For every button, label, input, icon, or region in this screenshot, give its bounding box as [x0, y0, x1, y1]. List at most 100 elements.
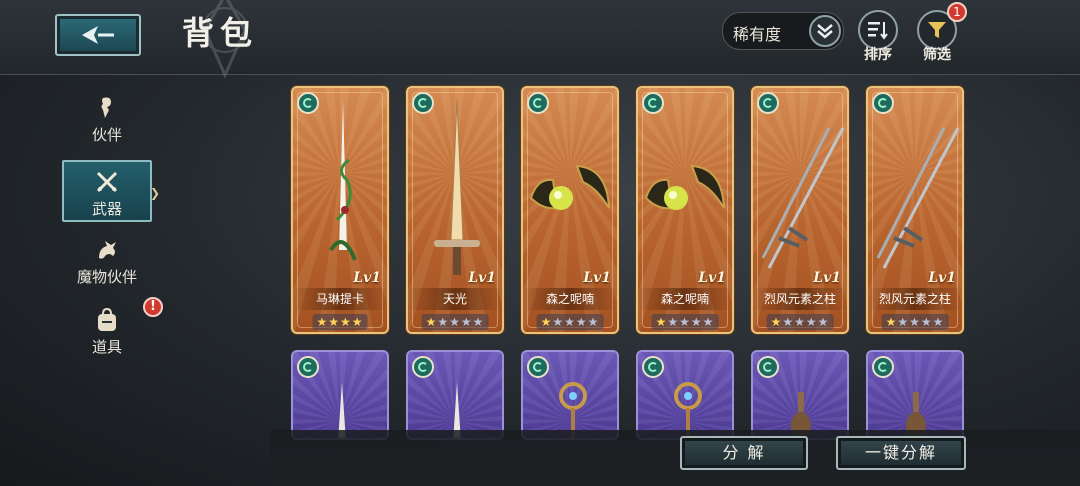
- one-click-decompose-button[interactable]: 一键分解: [836, 436, 966, 470]
- star-icon: ★: [472, 315, 485, 329]
- dragon-icon: [99, 241, 116, 259]
- star-icon: ★: [817, 315, 830, 329]
- decompose-button[interactable]: 分 解: [680, 436, 808, 470]
- star-icon: ★: [437, 315, 450, 329]
- star-icon: ★: [340, 315, 352, 329]
- star-icon: ★: [770, 315, 783, 329]
- star-icon: ★: [667, 315, 680, 329]
- filter-label: 筛选: [923, 47, 951, 63]
- crossed-swords-icon: [96, 171, 118, 193]
- filter-button[interactable]: 筛选 1: [915, 2, 967, 68]
- star-icon: ★: [460, 315, 473, 329]
- weapon-star-rating: ★★★★★: [651, 314, 719, 330]
- star-icon: ★: [587, 315, 600, 329]
- rarity-sort-dropdown[interactable]: 稀有度: [722, 12, 844, 50]
- weapon-card[interactable]: Lv1 天光 ★★★★★: [406, 86, 504, 334]
- weapon-star-rating: ★★★★: [312, 314, 368, 330]
- sidebar-item-label: 伙伴: [91, 126, 122, 144]
- sidebar-item-label: 魔物伙伴: [76, 268, 137, 286]
- sickle-art-icon: [529, 164, 610, 210]
- sort-label: 排序: [864, 47, 892, 63]
- weapon-name: 天光: [408, 288, 502, 310]
- twin-lance-art-icon: [761, 128, 845, 269]
- weapon-card-purple[interactable]: [521, 350, 619, 440]
- weapon-card-purple[interactable]: [866, 350, 964, 440]
- star-icon: ★: [690, 315, 703, 329]
- weapon-level: Lv1: [468, 270, 496, 286]
- weapon-card[interactable]: Lv1 森之呢喃 ★★★★★: [636, 86, 734, 334]
- weapon-name: 烈风元素之柱: [753, 288, 847, 310]
- weapon-card-purple[interactable]: [636, 350, 734, 440]
- sidebar-item-items[interactable]: 道具: [62, 308, 152, 368]
- weapon-card-purple[interactable]: [406, 350, 504, 440]
- sidebar-item-monster-companion[interactable]: 魔物伙伴: [62, 238, 152, 298]
- top-bar: 背包 稀有度 排序 筛选 1: [0, 0, 1080, 79]
- star-icon: ★: [575, 315, 588, 329]
- star-icon: ★: [702, 315, 715, 329]
- twin-lance-art-icon: [876, 128, 960, 269]
- rarity-label: 稀有度: [733, 25, 782, 44]
- weapon-star-rating: ★★★★★: [881, 314, 949, 330]
- element-icon: [642, 356, 664, 378]
- star-icon: ★: [351, 315, 364, 329]
- star-icon: ★: [564, 315, 576, 329]
- star-icon: ★: [909, 315, 921, 329]
- star-icon: ★: [782, 315, 795, 329]
- star-icon: ★: [805, 315, 818, 329]
- star-icon: ★: [655, 315, 668, 329]
- star-icon: ★: [897, 315, 910, 329]
- element-icon: [757, 92, 779, 114]
- element-icon: [412, 356, 434, 378]
- page-title: 背包: [182, 14, 259, 52]
- sidebar-item-label: 武器: [91, 200, 122, 218]
- element-icon: [872, 356, 894, 378]
- sidebar-item-label: 道具: [91, 338, 122, 356]
- element-icon: [412, 92, 434, 114]
- sickle-art-icon: [644, 164, 725, 210]
- star-icon: ★: [328, 315, 340, 329]
- weapon-name: 森之呢喃: [638, 288, 732, 310]
- sidebar-item-weapons[interactable]: 武器 ❯: [62, 160, 160, 222]
- longsword-art-icon: [434, 100, 480, 275]
- weapon-card-purple[interactable]: [751, 350, 849, 440]
- star-icon: ★: [316, 315, 329, 329]
- sidebar-item-companion[interactable]: 伙伴: [62, 96, 152, 156]
- chevron-down-icon[interactable]: [809, 15, 841, 47]
- star-icon: ★: [920, 315, 933, 329]
- weapon-star-rating: ★★★★★: [536, 314, 604, 330]
- weapon-level: Lv1: [583, 270, 611, 286]
- weapon-card[interactable]: Lv1 马琳提卡 ★★★★: [291, 86, 389, 334]
- items-alert-badge: !: [143, 297, 163, 317]
- weapon-card[interactable]: Lv1 森之呢喃 ★★★★★: [521, 86, 619, 334]
- weapon-level: Lv1: [928, 270, 956, 286]
- sort-button[interactable]: 排序: [856, 10, 900, 68]
- weapon-star-rating: ★★★★★: [421, 314, 489, 330]
- weapon-level: Lv1: [698, 270, 726, 286]
- chevron-right-icon: ❯: [149, 186, 160, 200]
- weapon-card[interactable]: Lv1 烈风元素之柱 ★★★★★: [751, 86, 849, 334]
- companion-icon: [101, 97, 111, 118]
- weapon-star-rating: ★★★★★: [766, 314, 834, 330]
- weapon-card-purple[interactable]: [291, 350, 389, 440]
- weapon-level: Lv1: [813, 270, 841, 286]
- star-icon: ★: [932, 315, 945, 329]
- weapon-name: 烈风元素之柱: [868, 288, 962, 310]
- element-icon: [527, 356, 549, 378]
- star-icon: ★: [449, 315, 461, 329]
- element-icon: [297, 92, 319, 114]
- star-icon: ★: [540, 315, 553, 329]
- weapon-name: 马琳提卡: [293, 288, 387, 310]
- spear-art-icon: [329, 100, 357, 261]
- star-icon: ★: [885, 315, 898, 329]
- element-icon: [642, 92, 664, 114]
- backpack-icon: [98, 308, 116, 331]
- element-icon: [527, 92, 549, 114]
- back-button[interactable]: [55, 14, 141, 56]
- weapon-name: 森之呢喃: [523, 288, 617, 310]
- element-icon: [757, 356, 779, 378]
- weapon-level: Lv1: [353, 270, 381, 286]
- filter-count-badge: 1: [947, 2, 967, 22]
- weapon-card[interactable]: Lv1 烈风元素之柱 ★★★★★: [866, 86, 964, 334]
- element-icon: [872, 92, 894, 114]
- star-icon: ★: [679, 315, 691, 329]
